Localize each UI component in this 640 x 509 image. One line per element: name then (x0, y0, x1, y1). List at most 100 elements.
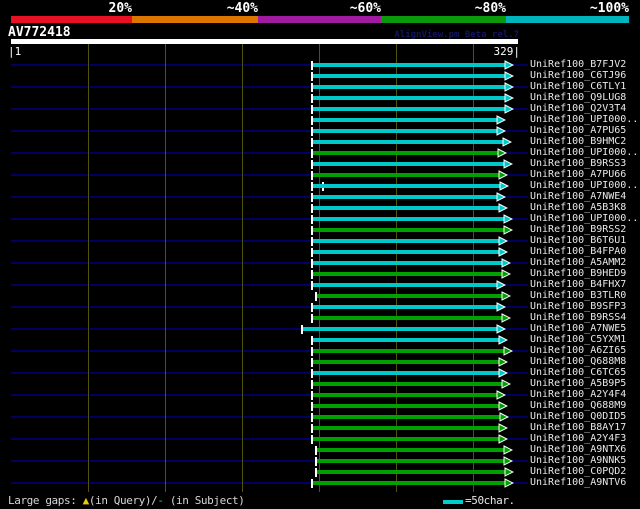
hit-bar[interactable] (313, 382, 503, 386)
hit-label[interactable]: UniRef100_A2Y4F3 (530, 433, 626, 444)
hit-label[interactable]: UniRef100_C0PQD2 (530, 466, 626, 477)
hit-bar[interactable] (313, 305, 498, 309)
hit-bar[interactable] (313, 173, 500, 177)
hit-label[interactable]: UniRef100_C6TJ96 (530, 70, 626, 81)
hit-label[interactable]: UniRef100_B6T6U1 (530, 235, 626, 246)
hit-bar[interactable] (313, 481, 506, 485)
hit-label[interactable]: UniRef100_B3TLR0 (530, 290, 626, 301)
hit-label[interactable]: UniRef100_Q2V3T4 (530, 103, 626, 114)
hit-label[interactable]: UniRef100_B9HMC2 (530, 136, 626, 147)
hit-bar[interactable] (313, 217, 505, 221)
hit-bar[interactable] (313, 338, 500, 342)
hit-arrow-icon (504, 71, 514, 81)
hit-bar[interactable] (313, 349, 505, 353)
hit-bar[interactable] (317, 459, 505, 463)
hit-arrow-icon (496, 324, 506, 334)
hit-bar[interactable] (313, 228, 505, 232)
hit-label[interactable]: UniRef100_Q9LUG8 (530, 92, 626, 103)
hit-label[interactable]: UniRef100_UPI000.. (530, 114, 638, 125)
hit-label[interactable]: UniRef100_A5AMM2 (530, 257, 626, 268)
hit-bar[interactable] (313, 360, 500, 364)
hit-label[interactable]: UniRef100_B9SFP3 (530, 301, 626, 312)
hit-bar[interactable] (313, 118, 498, 122)
hit-label[interactable]: UniRef100_A9NNK5 (530, 455, 626, 466)
hit-bar[interactable] (313, 85, 506, 89)
hit-label[interactable]: UniRef100_A2Y4F4 (530, 389, 626, 400)
hit-bar[interactable] (317, 448, 505, 452)
hit-bar[interactable] (313, 371, 500, 375)
hit-label[interactable]: UniRef100_A5B9P5 (530, 378, 626, 389)
hit-bar[interactable] (313, 74, 506, 78)
hit-label[interactable]: UniRef100_C6TLY1 (530, 81, 626, 92)
gridline (396, 44, 397, 492)
hit-arrow-icon (501, 379, 511, 389)
hit-label[interactable]: UniRef100_Q0DID5 (530, 411, 626, 422)
hit-arrow-icon (497, 148, 507, 158)
hit-label[interactable]: UniRef100_A6ZI65 (530, 345, 626, 356)
hit-bar[interactable] (313, 151, 499, 155)
hit-bar[interactable] (313, 239, 500, 243)
hit-label[interactable]: UniRef100_B8AY17 (530, 422, 626, 433)
hit-arrow-icon (504, 93, 514, 103)
gap-legend: Large gaps: ▲(in Query)/- (in Subject) (8, 494, 245, 507)
hit-bar[interactable] (313, 404, 500, 408)
hit-bar[interactable] (317, 470, 506, 474)
hit-label[interactable]: UniRef100_B4FPA0 (530, 246, 626, 257)
hit-bar[interactable] (317, 294, 503, 298)
hit-label[interactable]: UniRef100_A7PU66 (530, 169, 626, 180)
gap-legend-prefix: Large gaps: (8, 494, 83, 507)
hit-arrow-icon (504, 467, 514, 477)
hit-arrow-icon (502, 137, 512, 147)
hit-label[interactable]: UniRef100_A5B3K8 (530, 202, 626, 213)
hit-arrow-icon (498, 401, 508, 411)
hit-label[interactable]: UniRef100_B7FJV2 (530, 59, 626, 70)
hit-label[interactable]: UniRef100_B4FHX7 (530, 279, 626, 290)
hit-bar[interactable] (313, 107, 506, 111)
hit-bar[interactable] (313, 129, 498, 133)
hit-label[interactable]: UniRef100_A9NTV6 (530, 477, 626, 488)
scale-bar-label: =50char. (465, 494, 515, 507)
hit-label[interactable]: UniRef100_A7NWE4 (530, 191, 626, 202)
hit-bar[interactable] (313, 283, 498, 287)
hit-bar[interactable] (313, 426, 500, 430)
hit-label[interactable]: UniRef100_UPI000.. (530, 180, 638, 191)
hit-label[interactable]: UniRef100_B9RSS3 (530, 158, 626, 169)
hit-bar[interactable] (313, 250, 500, 254)
hit-label[interactable]: UniRef100_UPI000.. (530, 213, 638, 224)
hit-bar[interactable] (313, 272, 503, 276)
hit-bar[interactable] (313, 415, 501, 419)
hit-arrow-icon (496, 302, 506, 312)
hit-bar[interactable] (313, 195, 498, 199)
hit-bar[interactable] (313, 63, 506, 67)
hit-label[interactable]: UniRef100_A7NWE5 (530, 323, 626, 334)
hit-arrow-icon (498, 368, 508, 378)
hit-label[interactable]: UniRef100_B9RSS2 (530, 224, 626, 235)
hit-arrow-icon (503, 159, 513, 169)
subject-gap-text: (in Subject) (163, 494, 245, 507)
hit-label[interactable]: UniRef100_C6TC65 (530, 367, 626, 378)
hit-bar[interactable] (313, 261, 503, 265)
hit-arrow-icon (498, 335, 508, 345)
hit-bar[interactable] (313, 184, 501, 188)
hit-bar[interactable] (313, 206, 500, 210)
hit-bar[interactable] (313, 393, 498, 397)
hit-label[interactable]: UniRef100_UPI000.. (530, 147, 638, 158)
hit-label[interactable]: UniRef100_A7PU65 (530, 125, 626, 136)
hit-label[interactable]: UniRef100_B9HED9 (530, 268, 626, 279)
hit-label[interactable]: UniRef100_A9NTX6 (530, 444, 626, 455)
hit-bar[interactable] (313, 140, 504, 144)
hit-arrow-icon (504, 82, 514, 92)
hit-label[interactable]: UniRef100_B9RSS4 (530, 312, 626, 323)
hit-bar[interactable] (313, 162, 505, 166)
hit-bar[interactable] (313, 316, 503, 320)
hit-bar[interactable] (313, 96, 506, 100)
hit-label[interactable]: UniRef100_Q688M9 (530, 400, 626, 411)
hit-arrow-icon (501, 258, 511, 268)
hit-label[interactable]: UniRef100_C5YXM1 (530, 334, 626, 345)
gridline (242, 44, 243, 492)
hit-label[interactable]: UniRef100_Q688M8 (530, 356, 626, 367)
hit-arrow-icon (496, 390, 506, 400)
hit-bar[interactable] (313, 437, 500, 441)
hit-arrow-icon (498, 236, 508, 246)
hit-bar[interactable] (303, 327, 498, 331)
